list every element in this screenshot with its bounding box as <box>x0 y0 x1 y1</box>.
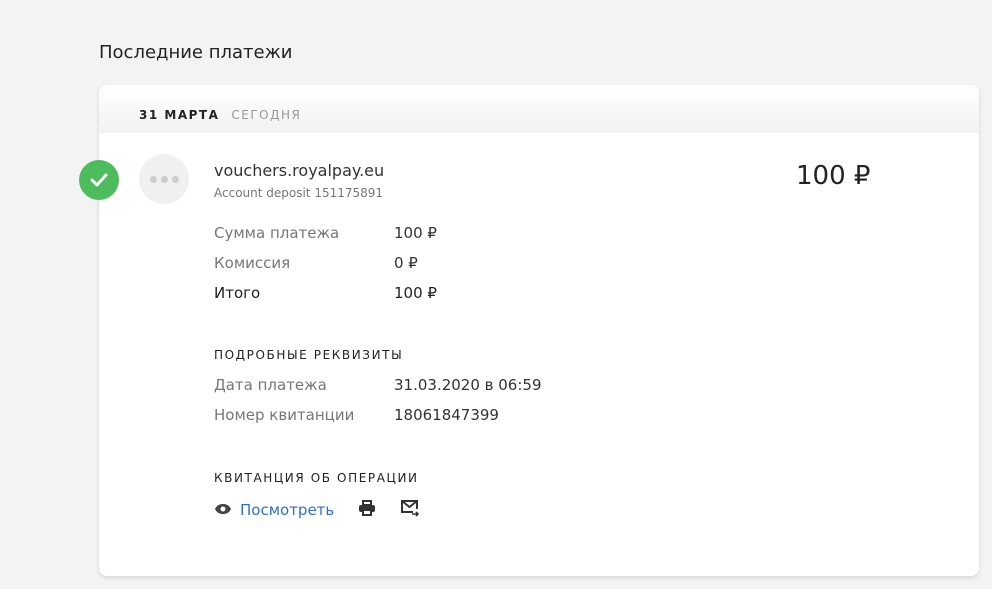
row-label: Сумма платежа <box>214 224 340 242</box>
receipt-heading: КВИТАНЦИЯ ОБ ОПЕРАЦИИ <box>214 471 419 485</box>
date-header: 31 МАРТА СЕГОДНЯ <box>99 85 979 133</box>
row-value: 18061847399 <box>394 406 499 424</box>
print-icon[interactable] <box>358 500 376 520</box>
row-label: Дата платежа <box>214 376 327 394</box>
eye-icon[interactable] <box>214 501 232 519</box>
details-heading: ПОДРОБНЫЕ РЕКВИЗИТЫ <box>214 348 404 362</box>
details-row: Номер квитанции 18061847399 <box>214 406 499 424</box>
view-receipt-link[interactable]: Посмотреть <box>240 501 334 519</box>
payment-amount: 100 ₽ <box>796 161 871 191</box>
details-row: Дата платежа 31.03.2020 в 06:59 <box>214 376 542 394</box>
payment-card: 31 МАРТА СЕГОДНЯ vouchers.royalpay.eu Acc… <box>79 85 979 576</box>
success-check-icon <box>79 160 119 200</box>
page-title: Последние платежи <box>99 42 293 63</box>
row-value: 0 ₽ <box>394 254 418 272</box>
relative-date-label: СЕГОДНЯ <box>231 108 302 122</box>
summary-row: Комиссия 0 ₽ <box>214 254 418 272</box>
email-send-icon[interactable] <box>400 499 420 521</box>
merchant-avatar-icon <box>139 154 189 204</box>
row-value: 100 ₽ <box>394 224 437 242</box>
merchant-name: vouchers.royalpay.eu <box>214 161 385 180</box>
payment-description: Account deposit 151175891 <box>214 186 384 200</box>
date-label: 31 МАРТА <box>139 108 220 122</box>
row-label: Комиссия <box>214 254 291 272</box>
row-value: 31.03.2020 в 06:59 <box>394 376 542 394</box>
row-value: 100 ₽ <box>394 284 437 302</box>
summary-row: Сумма платежа 100 ₽ <box>214 224 437 242</box>
receipt-actions: Посмотреть <box>214 499 420 521</box>
summary-row-total: Итого 100 ₽ <box>214 284 437 302</box>
row-label: Номер квитанции <box>214 406 355 424</box>
row-label: Итого <box>214 284 261 302</box>
